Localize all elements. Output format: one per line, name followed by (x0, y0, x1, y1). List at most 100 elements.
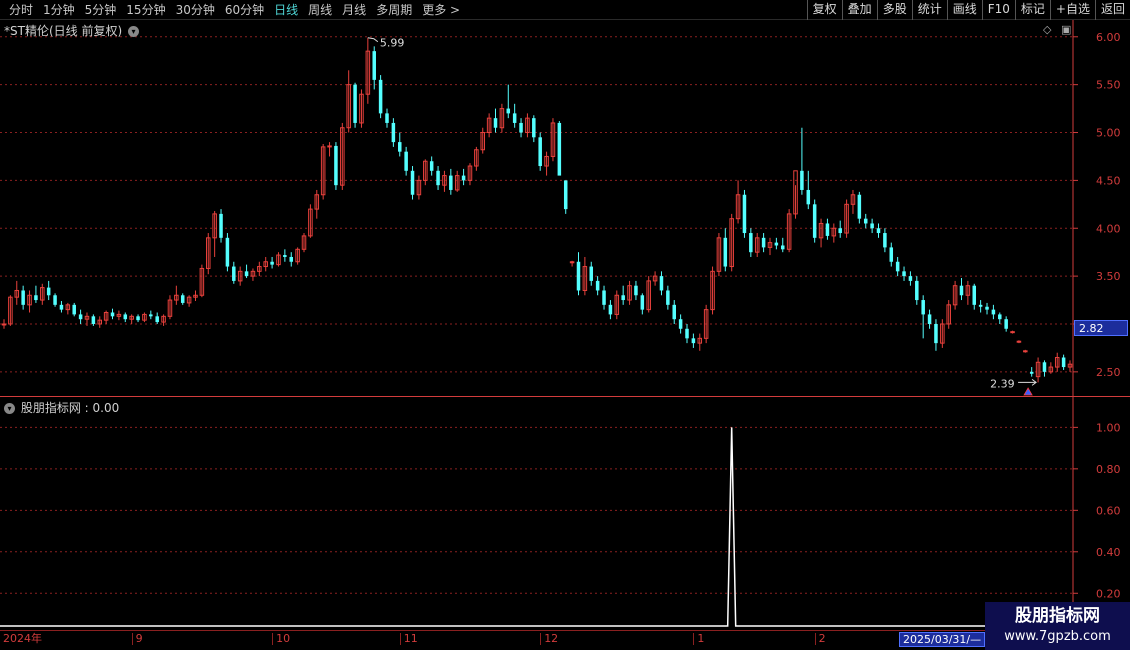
candle-body-down (270, 261, 274, 265)
candle-body-down (723, 237, 728, 267)
candle-body-down (372, 51, 376, 80)
candle-body-down (685, 328, 689, 339)
y-tick-label: 0.80 (1096, 463, 1121, 476)
y-tick-label: 4.50 (1096, 174, 1121, 187)
y-tick-label: 1.00 (1096, 421, 1121, 434)
toolbar-button-3[interactable]: 统计 (911, 0, 947, 20)
candle-body-down (519, 122, 523, 133)
period-tab-9[interactable]: 多周期 (371, 2, 417, 18)
period-tab-7[interactable]: 周线 (303, 2, 337, 18)
date-label: 11 (399, 633, 418, 645)
period-tab-4[interactable]: 30分钟 (171, 2, 220, 18)
candle-body-down (334, 145, 338, 186)
period-tab-2[interactable]: 5分钟 (80, 2, 122, 18)
candle-body-down (225, 237, 230, 267)
candle-body-down (404, 151, 408, 171)
period-tab-8[interactable]: 月线 (337, 2, 371, 18)
candlestick-chart[interactable]: 6.005.505.004.504.003.503.002.505.992.39 (0, 20, 1130, 397)
candle-body-down (557, 122, 562, 176)
candle-body-down (812, 204, 817, 238)
candle-body-down (806, 189, 811, 205)
candle-body-down (895, 261, 900, 272)
y-tick-label: 4.00 (1096, 222, 1121, 235)
candle-body-down (72, 304, 76, 315)
indicator-bg (0, 397, 1130, 630)
candle-body-down (449, 175, 453, 190)
candle-body-down (691, 338, 696, 344)
toolbar: 分时 1分钟 5分钟 15分钟 30分钟 60分钟 日线 周线 月线 多周期 更多 > 复权 叠加 多股… (0, 0, 1130, 20)
candle-body-down (110, 312, 115, 317)
candle-body-down (385, 113, 389, 123)
chart-title-bar: *ST精伦(日线 前复权) ▾ (4, 22, 139, 39)
toolbar-button-4[interactable]: 画线 (946, 0, 982, 20)
indicator-title-bar: ▾ 股朋指标网 : 0.00 (4, 399, 119, 416)
candle-body-down (34, 295, 38, 301)
candle-body-down (1004, 319, 1008, 329)
candle-body-down (742, 194, 747, 234)
candle-body-down (678, 319, 683, 329)
candle-body-down (289, 256, 294, 262)
candle-body-down (800, 170, 804, 190)
candle-body-down (461, 175, 466, 181)
toolbar-button-7[interactable]: +自选 (1049, 0, 1095, 20)
candle-body-down (876, 228, 881, 234)
candle-body-down (563, 180, 568, 210)
candle-body-down (857, 194, 862, 219)
toolbar-button-0[interactable]: 复权 (806, 0, 842, 20)
toolbar-button-1[interactable]: 叠加 (841, 0, 877, 20)
candle-body-down (219, 213, 223, 238)
candle-body-down (666, 290, 670, 305)
candle-body-down (959, 285, 964, 296)
candle-body-down (283, 255, 287, 257)
candle-body-down (889, 247, 894, 262)
candle-body-down (1061, 357, 1066, 368)
toolbar-button-5[interactable]: F10 (981, 0, 1015, 20)
toolbar-button-2[interactable]: 多股 (876, 0, 912, 20)
period-tab-10[interactable]: 更多 > (417, 2, 465, 18)
candle-body-down (883, 233, 887, 248)
chevron-down-icon[interactable]: ▾ (127, 26, 139, 37)
candle-body-down (244, 271, 249, 277)
candle-body-down (985, 306, 989, 310)
current-price-tag: 2.82 (1074, 320, 1128, 336)
y-tick-label: 3.50 (1096, 270, 1121, 283)
candle-body-down (595, 280, 600, 291)
candle-body-up (1016, 340, 1022, 343)
period-tab-1[interactable]: 1分钟 (38, 2, 80, 18)
candle-body-down (353, 84, 357, 123)
candle-body-down (927, 314, 932, 324)
date-label: 2 (814, 633, 826, 645)
candle-body-up (569, 261, 575, 264)
candle-body-down (870, 223, 874, 229)
candle-body-down (46, 287, 51, 296)
candle-body-up (1010, 331, 1015, 334)
toolbar-button-8[interactable]: 返回 (1094, 0, 1130, 20)
candle-body-down (532, 118, 536, 138)
indicator-title: 股朋指标网 : 0.00 (20, 401, 120, 415)
period-tab-3[interactable]: 15分钟 (121, 2, 170, 18)
candle-body-down (429, 161, 434, 171)
period-tab-0[interactable]: 分时 (4, 2, 38, 18)
candle-body-down (838, 228, 842, 234)
chevron-down-icon[interactable]: ▾ (4, 403, 15, 414)
candle-body-down (978, 304, 983, 307)
indicator-chart[interactable]: 1.00 0.80 0.60 0.40 0.20 (0, 397, 1130, 630)
period-tab-5[interactable]: 60分钟 (220, 2, 269, 18)
candle-body-down (780, 245, 785, 250)
window-icon[interactable]: ▣ (1061, 23, 1071, 36)
toolbar-buttons: 复权 叠加 多股 统计 画线 F10 标记 +自选 返回 (806, 0, 1130, 20)
candle-body-down (436, 170, 440, 186)
candle-body-down (634, 285, 638, 296)
candle-body-down (155, 316, 159, 323)
y-tick-label: 6.00 (1096, 31, 1121, 44)
candle-body-down (180, 295, 185, 303)
candle-body-down (538, 137, 542, 167)
candle-body-up (1, 323, 7, 326)
candle-body-down (608, 304, 613, 315)
diamond-icon[interactable]: ◇ (1043, 23, 1051, 36)
period-tab-6[interactable]: 日线 (269, 2, 303, 18)
candle-body-down (398, 142, 402, 152)
watermark-url: www.7gpzb.com (1004, 629, 1111, 644)
toolbar-button-6[interactable]: 标记 (1014, 0, 1050, 20)
watermark-title: 股朋指标网 (1015, 606, 1100, 626)
